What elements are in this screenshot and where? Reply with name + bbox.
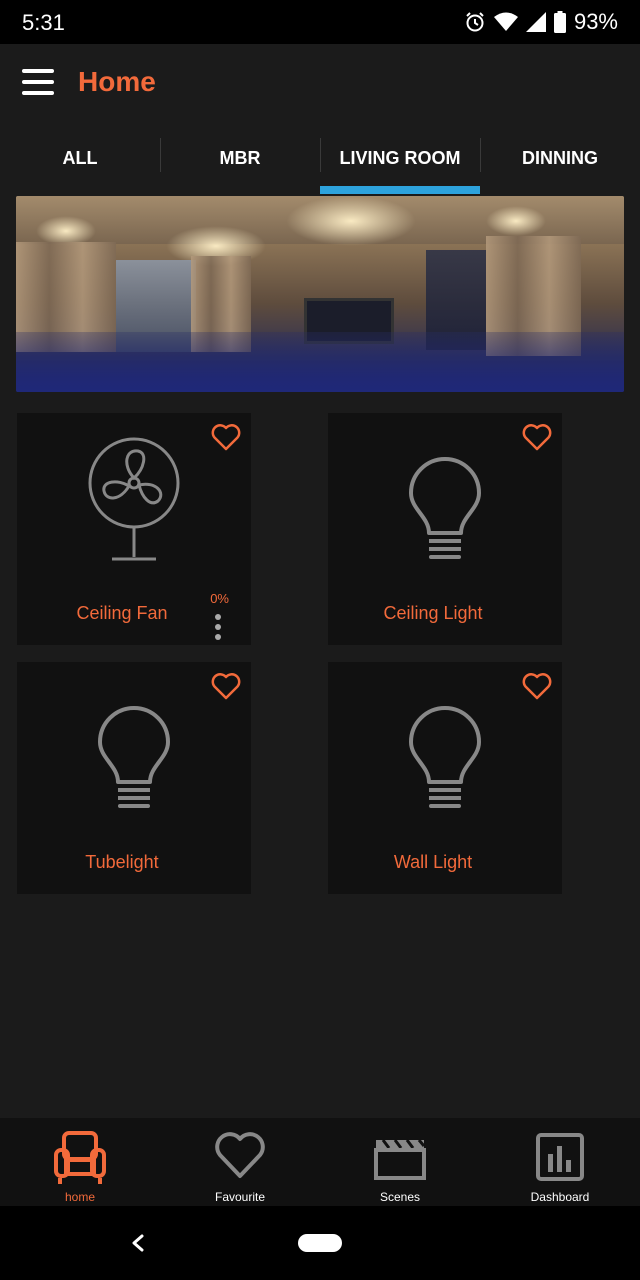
home-pill-button[interactable] bbox=[298, 1234, 342, 1252]
back-icon[interactable] bbox=[128, 1228, 148, 1258]
bottom-nav: home Favourite Scenes Dashboard bbox=[0, 1118, 640, 1206]
tab-all[interactable]: ALL bbox=[0, 122, 160, 194]
bulb-icon bbox=[409, 706, 481, 808]
bar-chart-icon bbox=[536, 1133, 584, 1181]
device-card-wall-light[interactable]: Wall Light bbox=[328, 662, 562, 894]
favourite-heart-icon[interactable] bbox=[211, 423, 241, 451]
wifi-icon bbox=[493, 12, 518, 31]
device-name: Ceiling Light bbox=[383, 603, 483, 623]
menu-icon[interactable] bbox=[22, 69, 54, 95]
battery-icon bbox=[553, 11, 566, 33]
nav-scenes[interactable]: Scenes bbox=[320, 1118, 480, 1206]
sofa-icon bbox=[54, 1131, 106, 1184]
nav-label: home bbox=[64, 1190, 96, 1204]
room-tabs: ALL MBR LIVING ROOM DINNING bbox=[0, 122, 640, 194]
alarm-icon bbox=[466, 12, 484, 32]
device-name: Ceiling Fan bbox=[76, 603, 168, 623]
clapperboard-icon bbox=[374, 1139, 426, 1180]
fan-speed-level: 0% bbox=[210, 591, 229, 606]
device-name: Tubelight bbox=[85, 852, 159, 872]
status-icons: 93% bbox=[464, 9, 618, 35]
tab-living-room[interactable]: LIVING ROOM bbox=[320, 122, 480, 194]
app-bar: Home bbox=[0, 44, 640, 122]
tab-mbr[interactable]: MBR bbox=[160, 122, 320, 194]
status-time: 5:31 bbox=[22, 10, 65, 35]
fan-icon bbox=[88, 437, 180, 561]
room-banner-image bbox=[16, 196, 624, 392]
system-navigation-bar bbox=[0, 1206, 640, 1280]
more-options-icon[interactable] bbox=[215, 614, 221, 640]
tab-dinning[interactable]: DINNING bbox=[480, 122, 640, 194]
status-bar: 5:31 93% bbox=[0, 0, 640, 44]
device-name: Wall Light bbox=[393, 852, 473, 872]
nav-favourite[interactable]: Favourite bbox=[160, 1118, 320, 1206]
favourite-heart-icon[interactable] bbox=[522, 423, 552, 451]
heart-icon bbox=[215, 1132, 265, 1178]
bulb-icon bbox=[409, 457, 481, 559]
nav-home[interactable]: home bbox=[0, 1118, 160, 1206]
nav-label: Scenes bbox=[379, 1190, 421, 1204]
nav-label: Dashboard bbox=[530, 1190, 590, 1204]
favourite-heart-icon[interactable] bbox=[522, 672, 552, 700]
favourite-heart-icon[interactable] bbox=[211, 672, 241, 700]
signal-icon bbox=[525, 12, 546, 32]
device-card-tubelight[interactable]: Tubelight bbox=[17, 662, 251, 894]
bulb-icon bbox=[98, 706, 170, 808]
device-card-ceiling-fan[interactable]: Ceiling Fan 0% bbox=[17, 413, 251, 645]
nav-dashboard[interactable]: Dashboard bbox=[480, 1118, 640, 1206]
nav-label: Favourite bbox=[214, 1190, 266, 1204]
page-title: Home bbox=[78, 66, 156, 97]
battery-level: 93% bbox=[573, 9, 618, 34]
device-card-ceiling-light[interactable]: Ceiling Light bbox=[328, 413, 562, 645]
